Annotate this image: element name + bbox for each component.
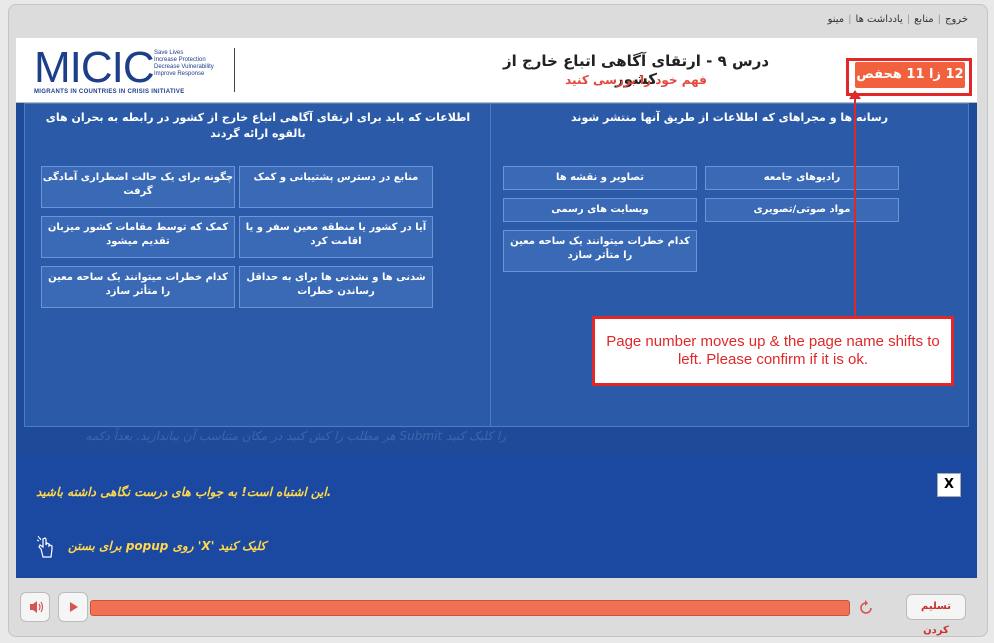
- drag-item[interactable]: مواد صوتی/تصویری: [705, 198, 899, 222]
- drop-zone-information[interactable]: اطلاعات که باید برای ارتقای آگاهی اتباع …: [24, 103, 492, 427]
- logo-tagline-line: Improve Response: [154, 71, 205, 77]
- close-hint: کلیک کنید 'X' روی popup برای بستن: [68, 539, 267, 553]
- volume-button[interactable]: [20, 592, 50, 622]
- annotation-arrow-head: [849, 90, 861, 99]
- close-button[interactable]: X: [937, 473, 961, 497]
- menu-resources[interactable]: منابع: [914, 14, 934, 25]
- logo-subtitle: MIGRANTS IN COUNTRIES IN CRISIS INITIATI…: [34, 89, 185, 95]
- drag-item[interactable]: شدنی ها و نشدنی ها برای به حداقل رساندن …: [239, 266, 433, 308]
- logo-tagline-line: Decrease Vulnerability: [154, 64, 214, 70]
- play-button[interactable]: [58, 592, 88, 622]
- logo-wordmark: MICIC: [34, 43, 155, 92]
- logo-divider: [234, 48, 235, 92]
- header: MICIC Save Lives Increase Protection Dec…: [16, 38, 977, 103]
- play-icon: [70, 602, 78, 612]
- lesson-subtitle: فهم خود را بررسی کنید: [565, 73, 707, 87]
- hand-pointer-icon: [36, 535, 53, 558]
- logo-tagline: Save Lives Increase Protection Decrease …: [154, 50, 214, 78]
- drag-item[interactable]: آیا در کشور یا منطقه معین سفر و یا اقامت…: [239, 216, 433, 258]
- page-number: 12 زا 11 هحفص: [855, 62, 965, 88]
- logo-tagline-line: Save Lives: [154, 50, 184, 56]
- replay-icon[interactable]: [856, 598, 876, 618]
- logo-tagline-line: Increase Protection: [154, 57, 206, 63]
- review-annotation: Page number moves up & the page name shi…: [592, 316, 954, 386]
- menu-separator: |: [937, 14, 942, 25]
- annotation-arrow-line: [854, 96, 856, 316]
- drag-item[interactable]: چگونه برای یک حالت اضطراری آمادگی گرفت: [41, 166, 235, 208]
- menu-exit[interactable]: خروج: [945, 14, 968, 25]
- drag-item[interactable]: کدام خطرات میتوانند یک ساحه معین را متأث…: [41, 266, 235, 308]
- micic-logo: MICIC Save Lives Increase Protection Dec…: [34, 43, 234, 96]
- drag-item[interactable]: کمک که توسط مقامات کشور میزبان تقدیم میش…: [41, 216, 235, 258]
- panel-title: اطلاعات که باید برای ارتقای آگاهی اتباع …: [45, 111, 471, 140]
- drag-item[interactable]: منابع در دسترس پشتیبانی و کمک: [239, 166, 433, 208]
- menu-separator: |: [848, 14, 852, 25]
- menu-main[interactable]: مینو: [828, 14, 845, 25]
- speaker-icon: [30, 601, 44, 613]
- menu-separator: |: [906, 14, 911, 25]
- feedback-popup: .این اشتباه است! به جواب های درست نگاهی …: [16, 455, 977, 578]
- drag-item[interactable]: رادیوهای جامعه: [705, 166, 899, 190]
- top-menu: خروج | منابع | یادداشت ها | مینو: [828, 14, 968, 25]
- menu-notes[interactable]: یادداشت ها: [856, 14, 903, 25]
- submit-button[interactable]: تسلیم کردن: [906, 594, 966, 636]
- drag-item[interactable]: تصاویر و نقشه ها: [503, 166, 697, 190]
- drag-item[interactable]: کدام خطرات میتوانند یک ساحه معین را متأث…: [503, 230, 697, 272]
- progress-bar[interactable]: [90, 600, 850, 616]
- drag-item[interactable]: وبسایت های رسمی: [503, 198, 697, 222]
- instruction-text: را کلیک کنید Submit هر مطلب را کش کنید د…: [85, 429, 506, 443]
- player-controls: تسلیم کردن: [16, 590, 977, 636]
- panel-title: رسانه ها و مجراهای که اطلاعات از طریق آن…: [570, 111, 889, 124]
- feedback-message: .این اشتباه است! به جواب های درست نگاهی …: [36, 485, 332, 499]
